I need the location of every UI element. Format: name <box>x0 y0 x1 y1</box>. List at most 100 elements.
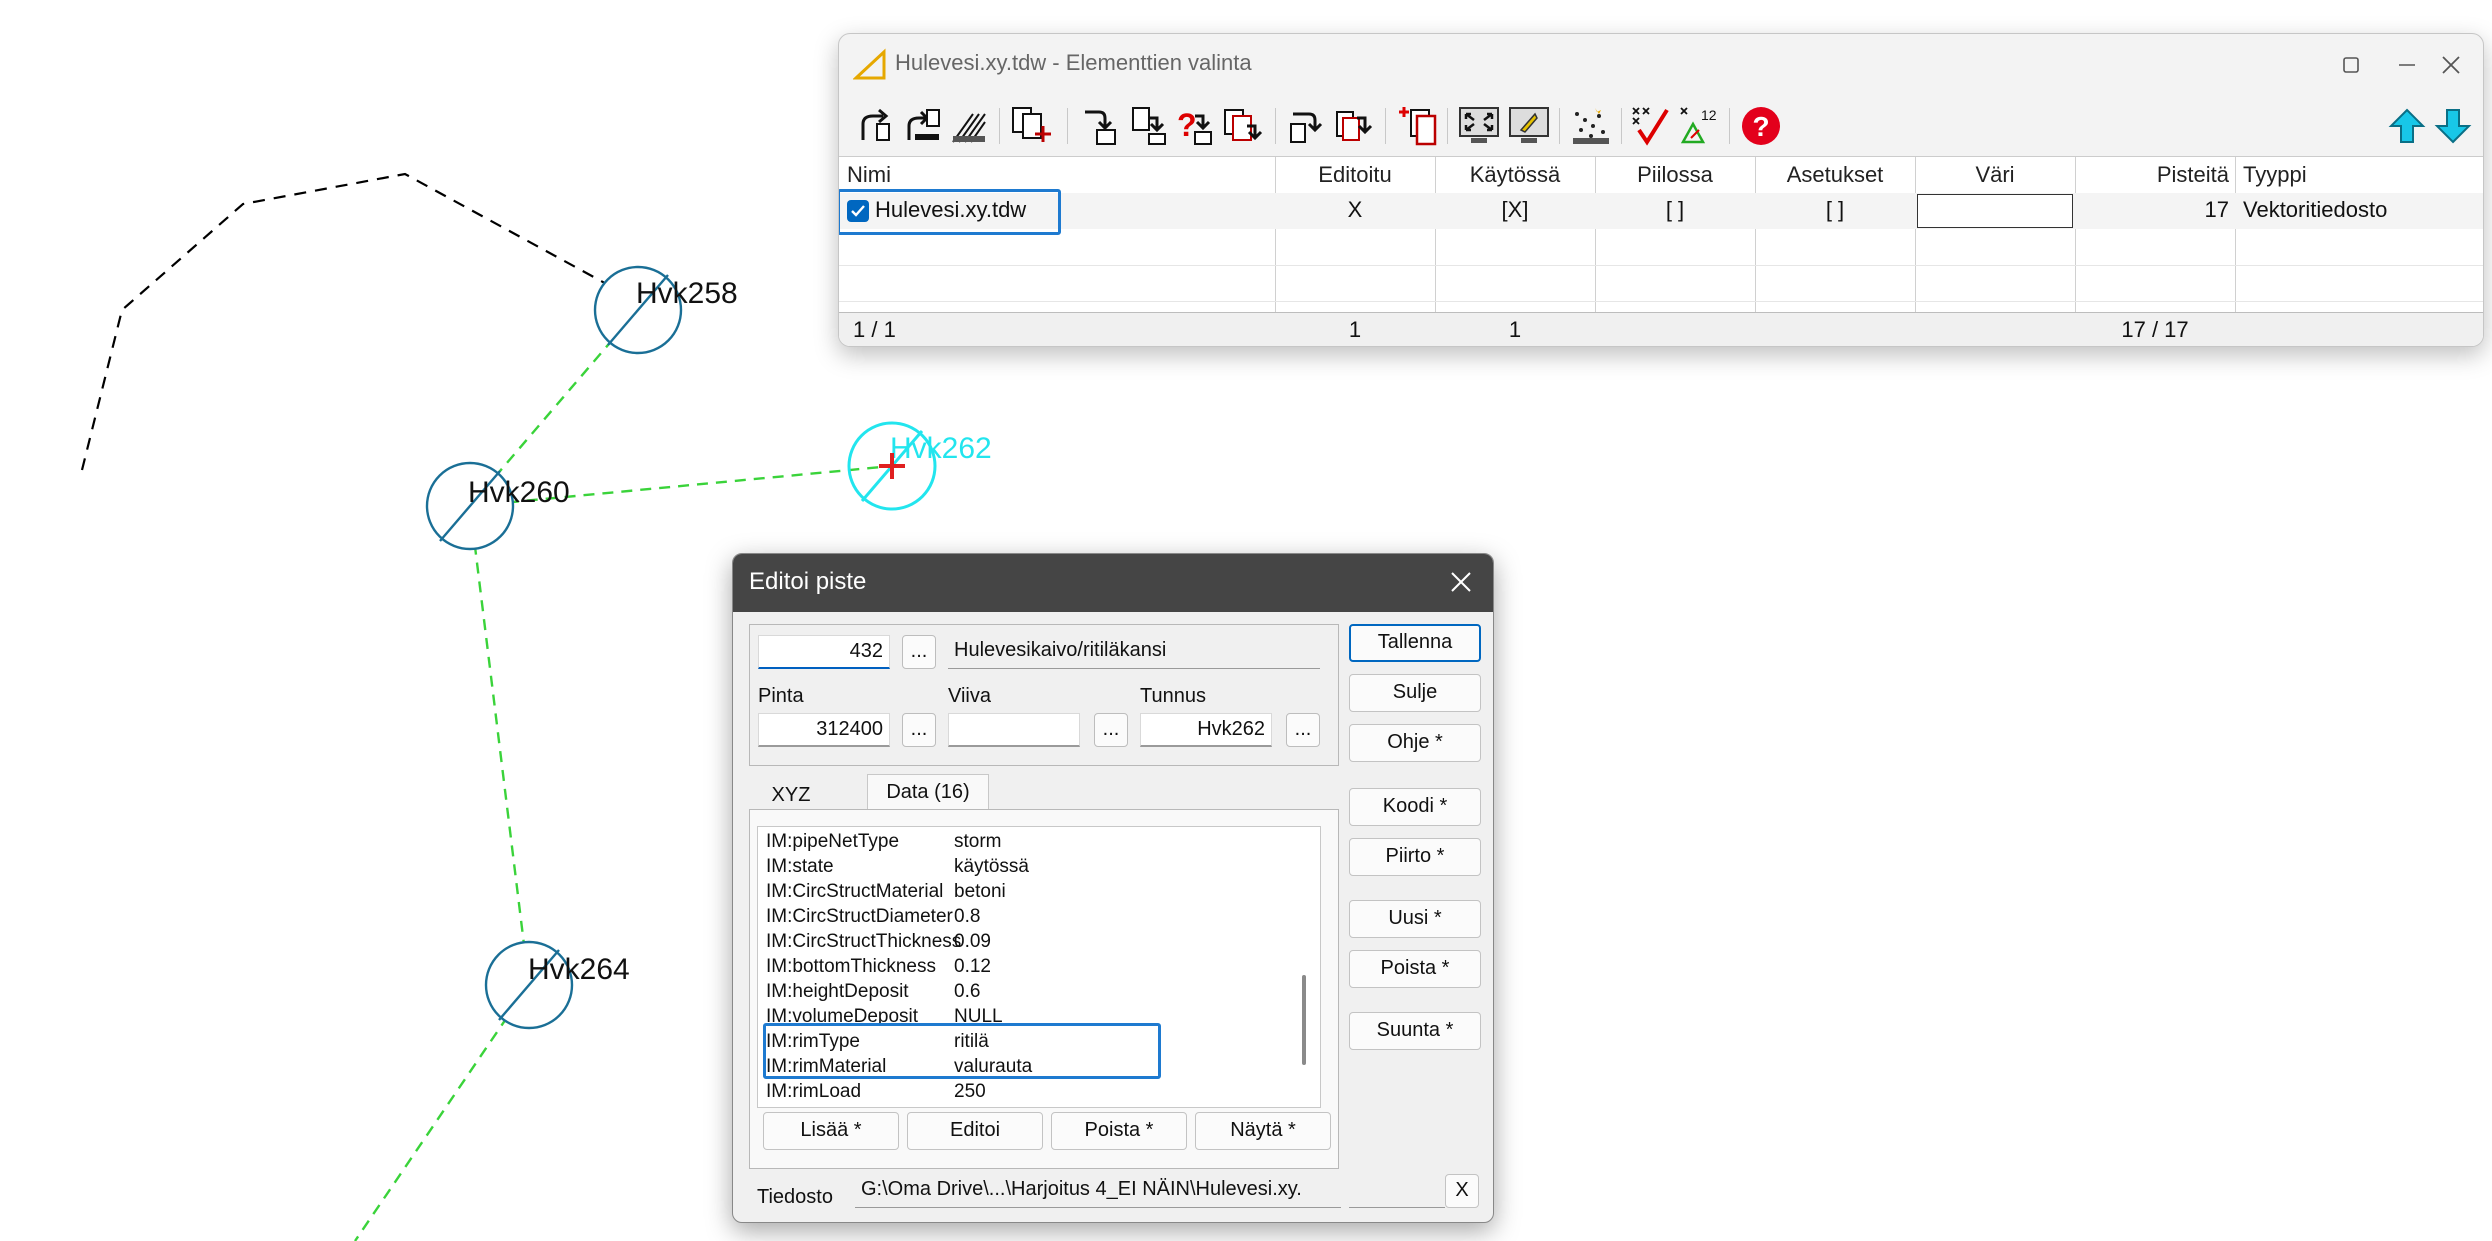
doc-move-down-icon[interactable] <box>1079 104 1123 148</box>
tab-data[interactable]: Data (16) <box>867 774 989 810</box>
manhole-label-selected: Hvk262 <box>890 432 992 465</box>
data-row-key: IM:rimLoad <box>766 1081 862 1102</box>
manhole-symbol-selected[interactable]: Hvk262 <box>847 421 992 511</box>
manhole-symbol[interactable]: Hvk264 <box>484 940 630 1030</box>
ohje-button[interactable]: Ohje * <box>1349 724 1481 762</box>
dialog-title-bar[interactable]: Editoi piste <box>733 554 1493 612</box>
file-path-field[interactable]: G:\Oma Drive\...\Harjoitus 4_EI NÄIN\Hul… <box>855 1174 1341 1208</box>
column-header-tyyppi[interactable]: Tyyppi <box>2243 157 2307 193</box>
footer-count: 1 / 1 <box>853 317 896 342</box>
manhole-symbol[interactable]: Hvk258 <box>593 265 738 355</box>
pinta-field[interactable]: 312400 <box>758 713 890 747</box>
arrow-up-icon[interactable] <box>2385 104 2429 148</box>
row-name: Hulevesi.xy.tdw <box>875 197 1027 222</box>
row-hidden[interactable]: [ ] <box>1595 193 1755 227</box>
viiva-field[interactable] <box>948 713 1080 747</box>
column-header-kaytossa[interactable]: Käytössä <box>1435 157 1595 193</box>
doc-question-icon[interactable]: ? <box>1173 104 1217 148</box>
nayta-button[interactable]: Näytä * <box>1195 1112 1331 1150</box>
rotate-left-icon[interactable] <box>853 104 897 148</box>
data-row[interactable]: IM:rimMaterial valurauta <box>758 1054 1288 1079</box>
dialog-title: Editoi piste <box>749 568 867 595</box>
close-icon[interactable] <box>2423 46 2479 84</box>
poista-button[interactable]: Poista * <box>1349 950 1481 988</box>
tunnus-field[interactable]: Hvk262 <box>1140 713 1272 747</box>
pipe-segment <box>354 984 530 1241</box>
help-icon[interactable]: ? <box>1739 104 1783 148</box>
table-row[interactable]: Hulevesi.xy.tdw X [X] [ ] [ ] 17 Vektori… <box>839 189 2483 235</box>
table-footer: 1 / 1 1 1 17 / 17 <box>839 312 2483 346</box>
data-row[interactable]: IM:volumeDeposit NULL <box>758 1004 1288 1029</box>
sulje-button[interactable]: Sulje <box>1349 674 1481 712</box>
doc-arrow-red-icon[interactable] <box>1333 104 1377 148</box>
close-icon[interactable] <box>1443 564 1479 600</box>
data-row[interactable]: IM:rimType ritilä <box>758 1029 1288 1054</box>
element-table: Nimi Editoitu Käytössä Piilossa Asetukse… <box>839 156 2483 346</box>
manhole-label: Hvk258 <box>636 277 738 310</box>
column-header-vari[interactable]: Väri <box>1915 157 2075 193</box>
point-numbers-icon[interactable]: 12 <box>1677 104 1721 148</box>
footer-points: 17 / 17 <box>2121 317 2189 342</box>
data-row[interactable]: IM:CircStructThickness 0.09 <box>758 929 1288 954</box>
tallenna-button[interactable]: Tallenna <box>1349 624 1481 662</box>
monitor-icon[interactable] <box>1507 104 1551 148</box>
file-clear-button[interactable]: X <box>1445 1174 1479 1208</box>
scrollbar[interactable] <box>1302 975 1306 1065</box>
app-triangle-icon <box>853 48 886 80</box>
suunta-button[interactable]: Suunta * <box>1349 1012 1481 1050</box>
data-row[interactable]: IM:state käytössä <box>758 854 1288 879</box>
koodi-button[interactable]: Koodi * <box>1349 788 1481 826</box>
data-row-value: valurauta <box>954 1056 1033 1077</box>
editoi-button[interactable]: Editoi <box>907 1112 1043 1150</box>
viiva-browse-button[interactable]: ... <box>1094 713 1128 747</box>
row-color-swatch[interactable] <box>1917 194 2073 228</box>
row-settings[interactable]: [ ] <box>1755 193 1915 227</box>
uusi-button[interactable]: Uusi * <box>1349 900 1481 938</box>
data-row-key: IM:volumeDeposit <box>766 1006 919 1027</box>
column-header-pisteita[interactable]: Pisteitä <box>2075 157 2229 193</box>
points-icon[interactable] <box>1569 104 1613 148</box>
check-x-icon[interactable] <box>1629 104 1673 148</box>
data-row[interactable]: IM:bottomThickness 0.12 <box>758 954 1288 979</box>
zoom-extents-icon[interactable] <box>1457 104 1501 148</box>
row-edited[interactable]: X <box>1275 193 1435 227</box>
poista-data-button[interactable]: Poista * <box>1051 1112 1187 1150</box>
row-checkbox[interactable] <box>847 200 869 222</box>
data-row-key: IM:rimType <box>766 1031 860 1052</box>
svg-text:12: 12 <box>1701 107 1717 123</box>
code-field[interactable]: 432 <box>758 635 890 669</box>
column-header-editoitu[interactable]: Editoitu <box>1275 157 1435 193</box>
data-row[interactable]: IM:pipeNetType storm <box>758 829 1288 854</box>
column-header-asetukset[interactable]: Asetukset <box>1755 157 1915 193</box>
pinta-browse-button[interactable]: ... <box>902 713 936 747</box>
data-row-value: 0.12 <box>954 956 991 977</box>
data-row[interactable]: IM:CircStructMaterial betoni <box>758 879 1288 904</box>
piirto-button[interactable]: Piirto * <box>1349 838 1481 876</box>
column-header-nimi[interactable]: Nimi <box>847 157 891 193</box>
doc-arrow-icon[interactable] <box>1287 104 1331 148</box>
lisaa-button[interactable]: Lisää * <box>763 1112 899 1150</box>
maximize-icon[interactable] <box>2323 46 2379 84</box>
data-row[interactable]: IM:heightDeposit 0.6 <box>758 979 1288 1004</box>
manhole-label: Hvk260 <box>468 476 570 509</box>
row-type: Vektoritiedosto <box>2243 197 2388 222</box>
arrow-down-icon[interactable] <box>2431 104 2475 148</box>
rotate-doc-icon[interactable] <box>901 104 945 148</box>
svg-text:?: ? <box>1177 107 1197 143</box>
doc-move-icon[interactable] <box>1127 104 1171 148</box>
title-bar[interactable]: Hulevesi.xy.tdw - Elementtien valinta <box>839 34 2483 96</box>
row-in-use[interactable]: [X] <box>1435 193 1595 227</box>
column-header-piilossa[interactable]: Piilossa <box>1595 157 1755 193</box>
tunnus-browse-button[interactable]: ... <box>1286 713 1320 747</box>
data-list[interactable]: IM:rimLoad 250 IM:rimMaterial valurauta IM:r… <box>757 826 1321 1108</box>
hatch-icon[interactable] <box>947 104 991 148</box>
footer-edited: 1 <box>1348 317 1362 342</box>
code-browse-button[interactable]: ... <box>902 635 936 669</box>
doc-copy-icon[interactable] <box>1221 104 1265 148</box>
file-extra-field[interactable] <box>1349 1174 1445 1208</box>
doc-new-red-icon[interactable] <box>1397 104 1441 148</box>
data-row[interactable]: IM:CircStructDiameter 0.8 <box>758 904 1288 929</box>
doc-add-icon[interactable] <box>1009 104 1053 148</box>
data-row[interactable]: IM:rimLoad 250 <box>758 1079 1288 1104</box>
manhole-symbol[interactable]: Hvk260 <box>425 461 570 551</box>
